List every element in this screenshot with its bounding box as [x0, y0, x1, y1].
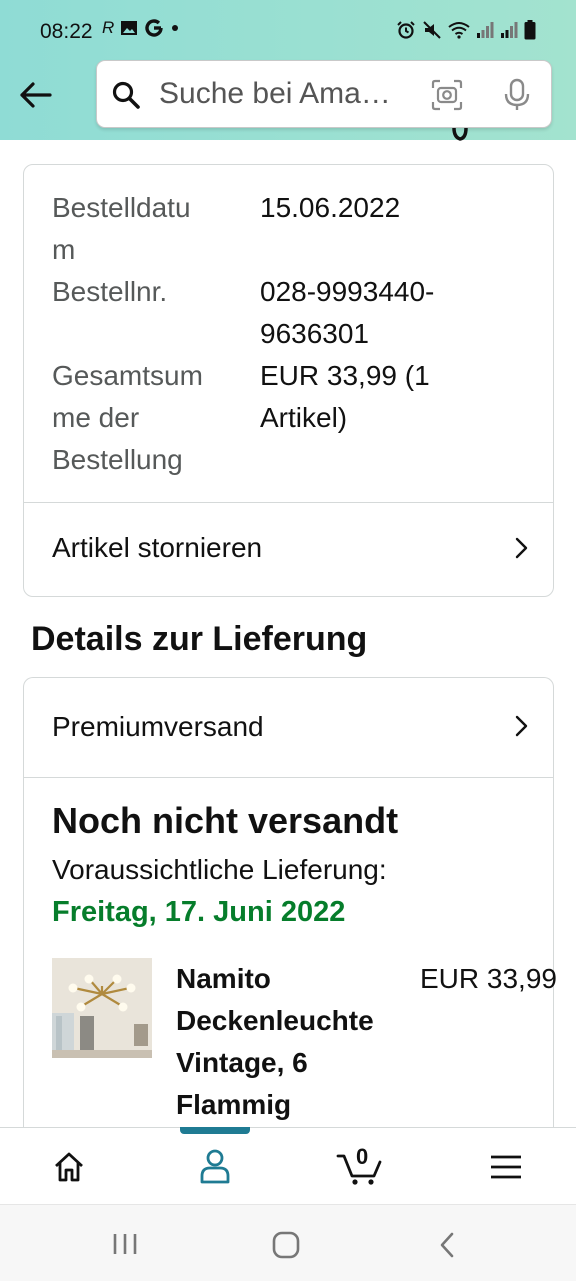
expected-delivery-date: Freitag, 17. Juni 2022	[52, 896, 346, 928]
back-arrow-icon[interactable]	[16, 76, 54, 114]
nav-cart[interactable]: 0	[288, 1128, 432, 1205]
recents-icon[interactable]	[112, 1232, 138, 1256]
signal-icon-2	[501, 22, 518, 38]
order-number-label: Bestellnr.	[52, 276, 168, 307]
wifi-icon	[448, 22, 470, 39]
order-total-value: EUR 33,99 (1 Artikel)	[260, 360, 430, 433]
menu-icon	[491, 1155, 521, 1179]
mic-icon[interactable]	[503, 78, 531, 112]
chevron-right-icon	[515, 537, 528, 559]
shipment-status: Noch nicht versandt	[52, 800, 399, 841]
system-navigation-bar	[0, 1204, 576, 1281]
status-left-icons: R	[102, 18, 180, 38]
alarm-icon	[397, 21, 415, 39]
shipping-method-label: Premiumversand	[52, 711, 264, 742]
chevron-right-icon	[515, 715, 528, 737]
search-header: Suche bei Ama…	[0, 52, 576, 140]
order-details-card: Bestelldatu m 15.06.2022 Bestellnr. 028-…	[23, 164, 554, 597]
cancel-items-link[interactable]: Artikel stornieren	[24, 503, 553, 595]
mute-icon	[423, 21, 441, 39]
search-placeholder: Suche bei Ama…	[159, 77, 391, 110]
camera-icon[interactable]	[431, 79, 463, 111]
product-image[interactable]	[52, 958, 152, 1058]
expected-delivery-label: Voraussichtliche Lieferung:	[52, 854, 387, 885]
delivery-details-card: Premiumversand Noch nicht versandt Vorau…	[23, 677, 557, 1148]
google-icon	[145, 19, 163, 37]
order-total-label: Gesamtsum me der Bestellung	[52, 360, 203, 475]
bottom-navigation: 0	[0, 1127, 576, 1205]
nav-account[interactable]	[144, 1128, 288, 1205]
signal-icon	[477, 22, 494, 38]
battery-icon	[524, 20, 536, 40]
cut-off-heading-fragment	[452, 128, 468, 141]
product-title-link[interactable]: Namito Deckenleuchte Vintage, 6 Flammig	[176, 958, 406, 1126]
order-date-label: Bestelldatu m	[52, 192, 191, 265]
status-time: 08:22	[40, 20, 93, 43]
shipping-method-link[interactable]: Premiumversand	[24, 678, 553, 776]
search-input[interactable]: Suche bei Ama…	[96, 60, 552, 128]
delivery-section-title: Details zur Lieferung	[31, 620, 368, 658]
nav-menu[interactable]	[432, 1128, 576, 1205]
dot-icon	[172, 25, 179, 31]
order-date-value: 15.06.2022	[260, 192, 401, 223]
nav-home[interactable]	[0, 1128, 144, 1205]
account-icon	[200, 1149, 230, 1184]
active-tab-indicator	[180, 1127, 250, 1134]
search-icon	[112, 81, 140, 109]
r-icon: R	[102, 18, 115, 37]
cart-count-badge: 0	[356, 1144, 369, 1169]
home-icon	[55, 1152, 83, 1182]
back-icon[interactable]	[438, 1231, 456, 1259]
product-price: EUR 33,99	[420, 963, 557, 994]
cancel-items-label: Artikel stornieren	[52, 532, 263, 563]
status-right-icons	[396, 20, 536, 40]
order-number-value: 028-9993440- 9636301	[260, 276, 435, 349]
divider	[24, 777, 553, 778]
image-icon	[121, 21, 138, 35]
home-button-icon[interactable]	[272, 1231, 300, 1259]
